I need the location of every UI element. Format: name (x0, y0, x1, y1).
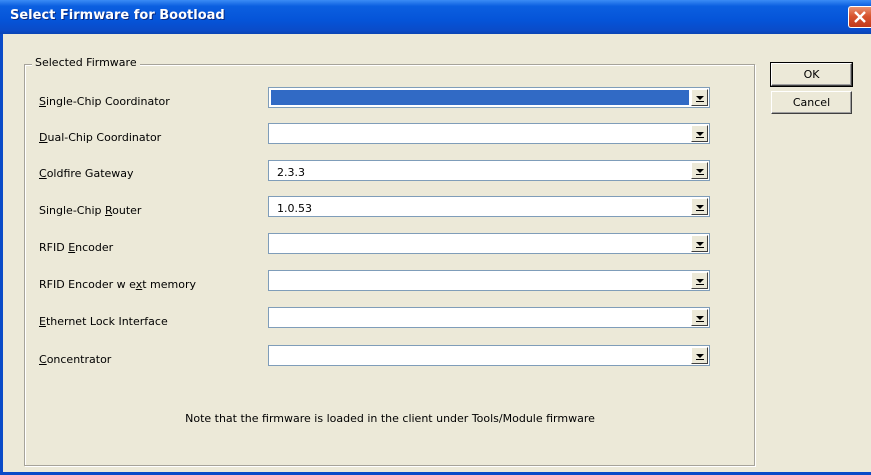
dropdown-button[interactable] (691, 198, 708, 215)
combo-selection-highlight (271, 90, 689, 105)
label-single-chip-coordinator: Single-Chip Coordinator (39, 95, 170, 108)
group-legend: Selected Firmware (32, 56, 140, 69)
arrow-underline (696, 247, 704, 248)
window-frame-left (0, 34, 3, 475)
ethernet-lock-interface-combo[interactable] (268, 307, 710, 328)
coldfire-gateway-combo[interactable]: 2.3.3 (268, 160, 710, 181)
label-ethernet-lock-interface: Ethernet Lock Interface (39, 315, 168, 328)
ok-button[interactable]: OK (770, 62, 853, 87)
dropdown-button[interactable] (691, 235, 708, 252)
combo-value: 2.3.3 (277, 166, 305, 179)
dropdown-button[interactable] (691, 272, 708, 289)
concentrator-combo[interactable] (268, 345, 710, 366)
label-concentrator: Concentrator (39, 353, 112, 366)
chevron-down-icon (696, 132, 704, 136)
close-button[interactable] (848, 6, 871, 28)
single-chip-coordinator-combo[interactable] (268, 87, 710, 108)
chevron-down-icon (696, 96, 704, 100)
arrow-underline (696, 284, 704, 285)
chevron-down-icon (696, 354, 704, 358)
arrow-underline (696, 137, 704, 138)
window-title: Select Firmware for Bootload (10, 8, 225, 23)
rfid-encoder-ext-memory-combo[interactable] (268, 270, 710, 291)
combo-value-area (271, 310, 689, 325)
label-dual-chip-coordinator: Dual-Chip Coordinator (39, 131, 162, 144)
dropdown-button[interactable] (691, 89, 708, 106)
cancel-button[interactable]: Cancel (771, 91, 852, 114)
firmware-note: Note that the firmware is loaded in the … (185, 412, 595, 425)
arrow-underline (696, 321, 704, 322)
single-chip-router-combo[interactable]: 1.0.53 (268, 196, 710, 217)
combo-value-area (271, 348, 689, 363)
dropdown-button[interactable] (691, 125, 708, 142)
rfid-encoder-combo[interactable] (268, 233, 710, 254)
dual-chip-coordinator-combo[interactable] (268, 123, 710, 144)
dropdown-button[interactable] (691, 309, 708, 326)
chevron-down-icon (696, 205, 704, 209)
combo-value-area (271, 273, 689, 288)
arrow-underline (696, 210, 704, 211)
combo-value: 1.0.53 (277, 202, 312, 215)
close-icon (854, 11, 866, 23)
chevron-down-icon (696, 242, 704, 246)
chevron-down-icon (696, 316, 704, 320)
label-rfid-encoder-ext-memory: RFID Encoder w ext memory (39, 278, 197, 291)
label-rfid-encoder: RFID Encoder (39, 241, 114, 254)
label-single-chip-router: Single-Chip Router (39, 204, 142, 217)
label-coldfire-gateway: Coldfire Gateway (39, 167, 134, 180)
chevron-down-icon (696, 169, 704, 173)
combo-value-area (271, 236, 689, 251)
arrow-underline (696, 359, 704, 360)
dropdown-button[interactable] (691, 162, 708, 179)
title-bar[interactable]: Select Firmware for Bootload (0, 0, 871, 34)
combo-value-area: 1.0.53 (271, 199, 689, 215)
combo-value-area (271, 126, 689, 141)
arrow-underline (696, 101, 704, 102)
combo-value-area: 2.3.3 (271, 163, 689, 179)
chevron-down-icon (696, 279, 704, 283)
dropdown-button[interactable] (691, 347, 708, 364)
arrow-underline (696, 174, 704, 175)
